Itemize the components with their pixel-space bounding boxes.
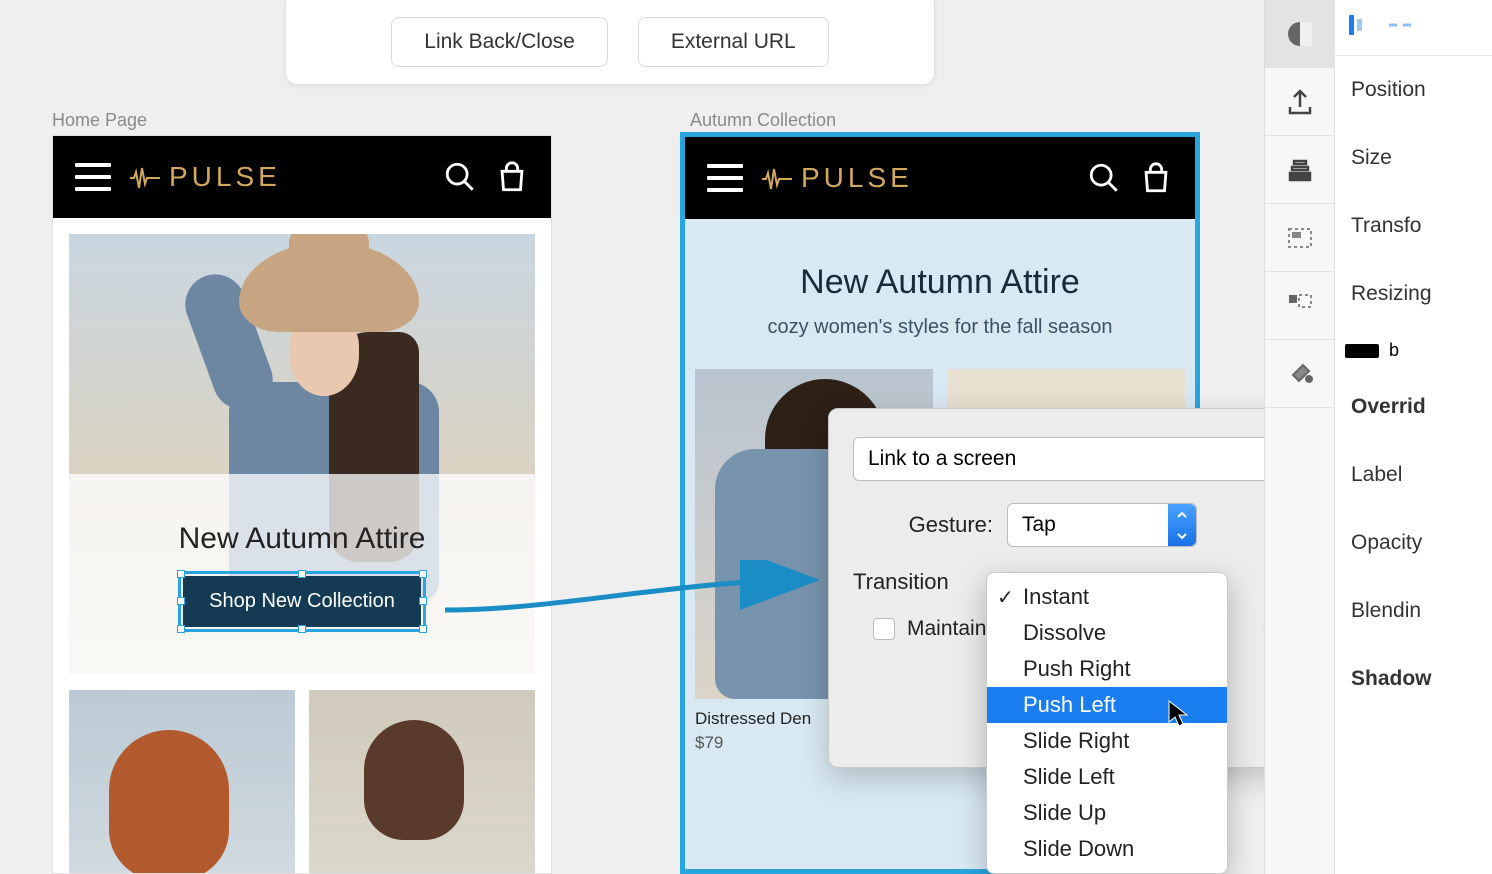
brand-text: PULSE bbox=[801, 162, 913, 194]
gesture-select[interactable]: Tap bbox=[1007, 503, 1197, 547]
transition-dropdown[interactable]: Instant Dissolve Push Right Push Left Sl… bbox=[986, 572, 1228, 874]
hero-image: New Autumn Attire Shop New Collection bbox=[69, 234, 535, 674]
maintain-label: Maintain bbox=[907, 617, 986, 641]
property-position[interactable]: Position bbox=[1335, 56, 1492, 124]
select-stepper-icon[interactable] bbox=[1168, 504, 1196, 546]
hero-title: New Autumn Attire bbox=[179, 522, 426, 556]
brand-logo: PULSE bbox=[761, 162, 1069, 194]
selection-handle[interactable] bbox=[177, 625, 185, 633]
collection-subtitle: cozy women's styles for the fall season bbox=[705, 316, 1175, 339]
search-icon[interactable] bbox=[443, 160, 477, 194]
dropdown-item-slide-right[interactable]: Slide Right bbox=[987, 723, 1227, 759]
property-size[interactable]: Size bbox=[1335, 124, 1492, 192]
hamburger-icon[interactable] bbox=[707, 164, 743, 192]
shadow-section[interactable]: Shadow bbox=[1335, 645, 1492, 713]
property-label[interactable]: Label bbox=[1335, 441, 1492, 509]
dropdown-item-slide-left[interactable]: Slide Left bbox=[987, 759, 1227, 795]
artboard-home[interactable]: PULSE New Autumn Attire Shop New Collect… bbox=[52, 135, 552, 874]
collection-title: New Autumn Attire bbox=[705, 263, 1175, 302]
dropdown-item-push-left[interactable]: Push Left bbox=[987, 687, 1227, 723]
link-type-select[interactable]: Link to a screen bbox=[853, 437, 1333, 481]
dropdown-item-slide-down[interactable]: Slide Down bbox=[987, 831, 1227, 867]
layer-name: b bbox=[1389, 340, 1399, 361]
layers-stack-icon[interactable] bbox=[1265, 136, 1335, 204]
shopping-bag-icon[interactable] bbox=[1139, 161, 1173, 195]
maintain-scroll-checkbox[interactable] bbox=[873, 618, 895, 640]
mobile-header: PULSE bbox=[685, 137, 1195, 219]
pulse-wave-icon bbox=[761, 166, 793, 190]
search-icon[interactable] bbox=[1087, 161, 1121, 195]
dropdown-item-slide-up[interactable]: Slide Up bbox=[987, 795, 1227, 831]
link-back-close-button[interactable]: Link Back/Close bbox=[391, 17, 608, 67]
thumbnail-image bbox=[69, 690, 295, 874]
pulse-wave-icon bbox=[129, 165, 161, 189]
dropdown-item-instant[interactable]: Instant bbox=[987, 579, 1227, 615]
mobile-header: PULSE bbox=[53, 136, 551, 218]
selection-handle[interactable] bbox=[177, 570, 185, 578]
selection-handle[interactable] bbox=[419, 570, 427, 578]
selection-handle[interactable] bbox=[298, 625, 306, 633]
brand-text: PULSE bbox=[169, 161, 281, 193]
external-url-button[interactable]: External URL bbox=[638, 17, 829, 67]
cursor-icon bbox=[1168, 700, 1190, 728]
link-type-value: Link to a screen bbox=[868, 447, 1016, 471]
brand-logo: PULSE bbox=[129, 161, 425, 193]
property-blending[interactable]: Blendin bbox=[1335, 577, 1492, 645]
fill-tool-icon[interactable] bbox=[1265, 340, 1335, 408]
thumbnail-image bbox=[309, 690, 535, 874]
layer-preview-icon bbox=[1345, 344, 1379, 358]
inspector-tab-style-icon[interactable] bbox=[1265, 0, 1335, 68]
property-opacity[interactable]: Opacity bbox=[1335, 509, 1492, 577]
selection-handle[interactable] bbox=[298, 570, 306, 578]
cta-label: Shop New Collection bbox=[209, 590, 395, 612]
gesture-value: Tap bbox=[1022, 513, 1056, 537]
dropdown-item-dissolve[interactable]: Dissolve bbox=[987, 615, 1227, 651]
property-resizing[interactable]: Resizing bbox=[1335, 260, 1492, 328]
hamburger-icon[interactable] bbox=[75, 163, 111, 191]
link-toolbar: Link Back/Close External URL bbox=[285, 0, 935, 85]
overrides-section[interactable]: Overrid bbox=[1335, 373, 1492, 441]
artboard-label-autumn[interactable]: Autumn Collection bbox=[690, 110, 836, 131]
resize-constraints-icon[interactable] bbox=[1265, 272, 1335, 340]
shop-collection-button[interactable]: Shop New Collection bbox=[183, 576, 421, 627]
selected-layer-row[interactable]: b bbox=[1335, 328, 1492, 373]
selection-handle[interactable] bbox=[419, 625, 427, 633]
transition-label: Transition bbox=[853, 569, 949, 595]
artboard-label-home[interactable]: Home Page bbox=[52, 110, 147, 131]
property-transform[interactable]: Transfo bbox=[1335, 192, 1492, 260]
align-tab-icon[interactable] bbox=[1347, 13, 1365, 42]
inspector-sidebar: Position Size Transfo Resizing b Overrid… bbox=[1264, 0, 1492, 874]
gesture-label: Gesture: bbox=[853, 512, 993, 538]
product-thumbnails bbox=[69, 690, 535, 874]
layout-icon[interactable] bbox=[1265, 204, 1335, 272]
shopping-bag-icon[interactable] bbox=[495, 160, 529, 194]
selection-handle[interactable] bbox=[419, 597, 427, 605]
selection-handle[interactable] bbox=[177, 597, 185, 605]
dropdown-item-push-right[interactable]: Push Right bbox=[987, 651, 1227, 687]
distribute-tab-icon[interactable] bbox=[1387, 15, 1413, 40]
export-icon[interactable] bbox=[1265, 68, 1335, 136]
